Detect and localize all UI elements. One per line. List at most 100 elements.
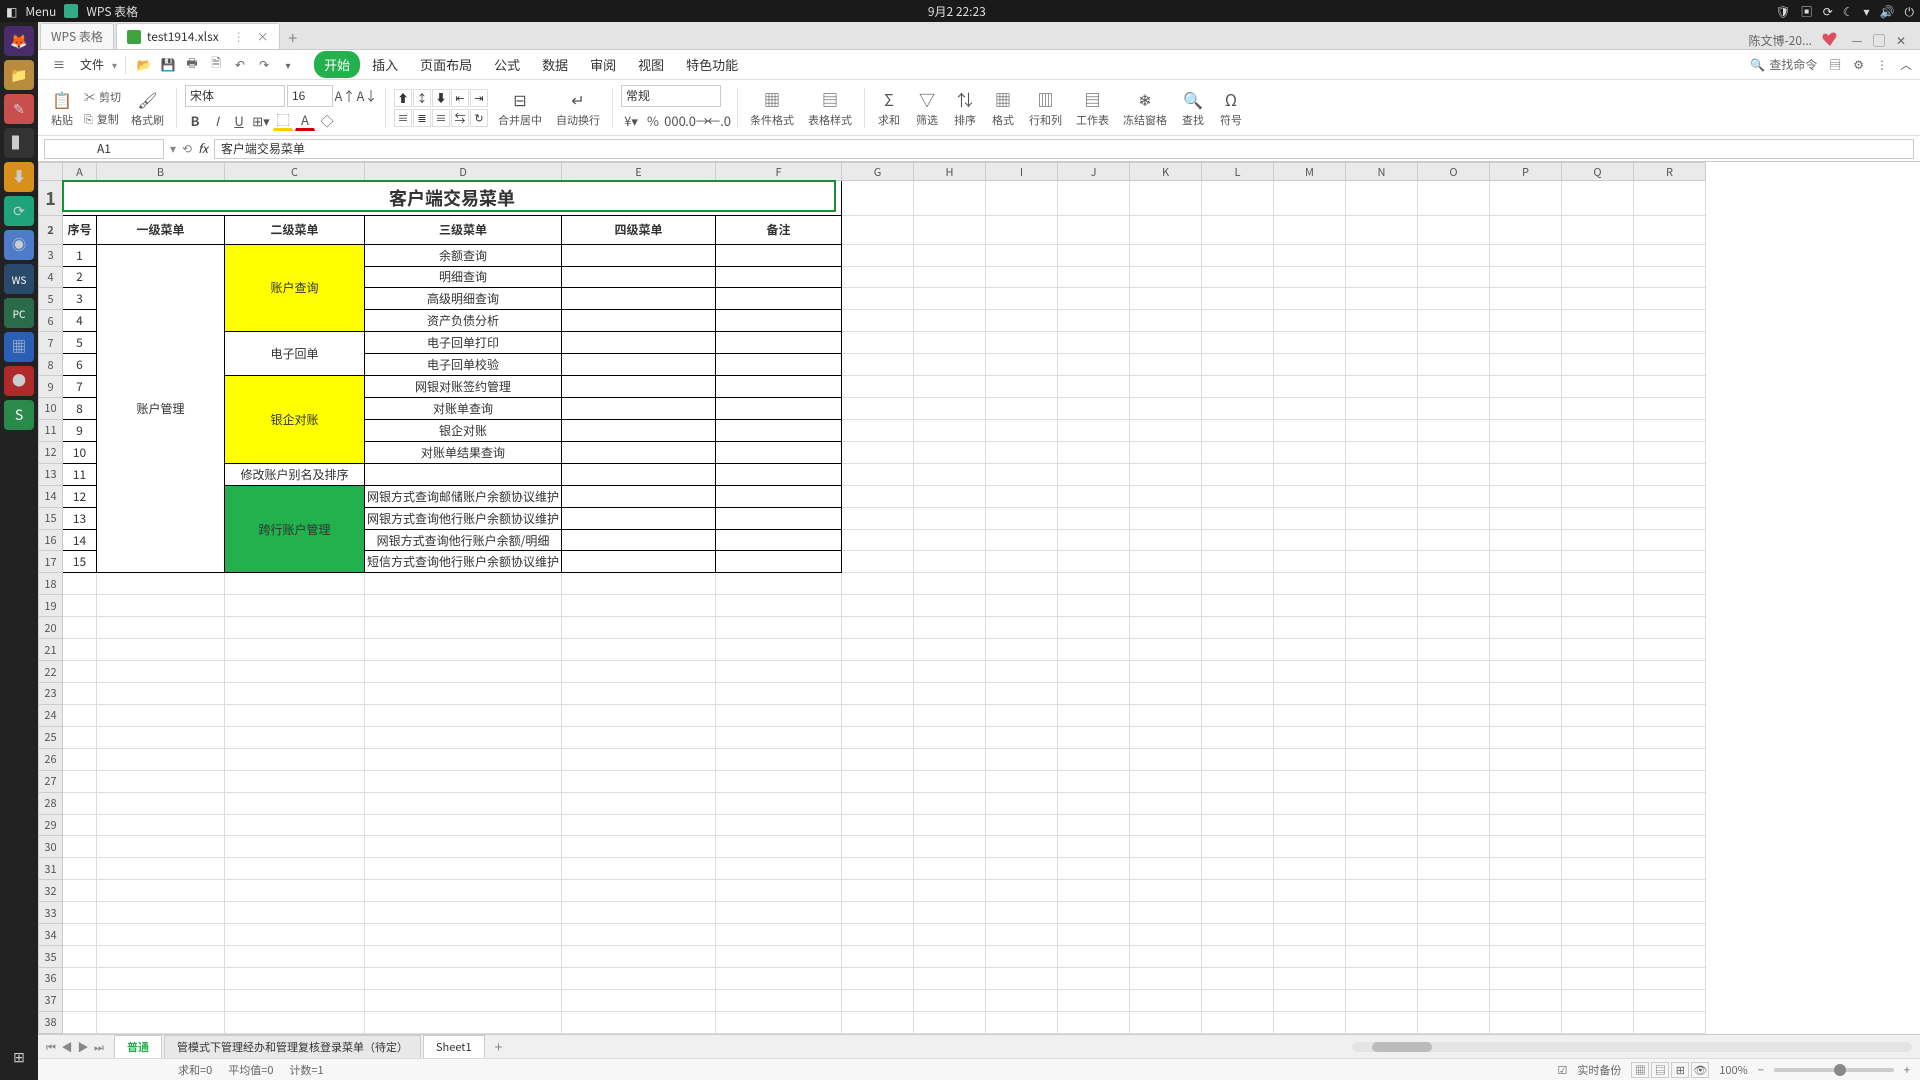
menu-review[interactable]: 审阅 (580, 51, 626, 78)
zoom-thumb[interactable] (1834, 1064, 1846, 1076)
redo-icon[interactable]: ↷ (254, 55, 274, 75)
indent-inc-icon[interactable]: ⇥ (470, 89, 488, 107)
row-header[interactable]: 8 (39, 354, 63, 376)
print-icon[interactable]: 🖶 (182, 55, 202, 75)
home-tab[interactable]: WPS 表格 (40, 23, 114, 49)
menu-insert[interactable]: 插入 (362, 51, 408, 78)
row-header[interactable]: 25 (39, 726, 63, 748)
col-header[interactable]: H (914, 163, 986, 181)
menu-formula[interactable]: 公式 (484, 51, 530, 78)
align-top-icon[interactable]: ⬆ (394, 89, 412, 107)
format-button[interactable]: ▦格式 (987, 87, 1019, 128)
scrollbar-thumb[interactable] (1372, 1042, 1432, 1052)
col-header[interactable]: N (1346, 163, 1418, 181)
row-header[interactable]: 16 (39, 529, 63, 551)
currency-icon[interactable]: ¥▾ (621, 111, 641, 131)
formula-input[interactable]: 客户端交易菜单 (214, 139, 1914, 159)
horizontal-scrollbar[interactable] (1352, 1042, 1912, 1052)
indent-dec-icon[interactable]: ⇤ (451, 89, 469, 107)
sheet-next-icon[interactable]: ▶ (76, 1039, 90, 1055)
menu-icon[interactable]: ◧ (6, 3, 17, 20)
record-icon[interactable]: ● (4, 366, 34, 396)
align-center-icon[interactable]: ≣ (413, 109, 431, 127)
clear-format-button[interactable]: ◇ (317, 111, 337, 131)
col-header[interactable]: E (562, 163, 716, 181)
row-header[interactable]: 15 (39, 507, 63, 529)
row-header[interactable]: 34 (39, 924, 63, 946)
view-normal-icon[interactable]: ▦ (1631, 1062, 1649, 1078)
col-header[interactable]: J (1058, 163, 1130, 181)
dec-decimal-icon[interactable]: ←.0 (709, 111, 729, 131)
app-grid-icon[interactable]: ⊞ (4, 1042, 34, 1072)
rowcol-button[interactable]: ▥行和列 (1025, 87, 1066, 128)
inc-decimal-icon[interactable]: .0→ (687, 111, 707, 131)
fill-color-button[interactable]: ⬚ (273, 111, 293, 131)
sheet-tab-long[interactable]: 管模式下管理经办和管理复核登录菜单（待定） (164, 1035, 421, 1059)
cond-format-button[interactable]: ▦条件格式 (746, 87, 798, 128)
file-menu-dropdown-icon[interactable]: ▾ (112, 57, 117, 72)
col-header[interactable]: M (1274, 163, 1346, 181)
font-color-button[interactable]: A (295, 111, 315, 131)
camera-icon[interactable]: ▣ (1801, 3, 1813, 20)
row-header[interactable]: 7 (39, 332, 63, 354)
align-middle-icon[interactable]: ↕ (413, 89, 431, 107)
font-family-combo[interactable]: 宋体 (185, 85, 285, 107)
format-painter-button[interactable]: 🖌 格式刷 (127, 87, 168, 128)
open-icon[interactable]: 📂 (134, 55, 154, 75)
system-menu-label[interactable]: Menu (25, 3, 56, 20)
zoom-slider[interactable] (1774, 1068, 1894, 1072)
power-icon[interactable]: ⏻ (1905, 3, 1915, 20)
row-header[interactable]: 13 (39, 463, 63, 485)
collapse-ribbon-icon[interactable]: ︿ (1900, 56, 1912, 73)
row-header[interactable]: 31 (39, 858, 63, 880)
sum-button[interactable]: Σ求和 (873, 87, 905, 128)
border-button[interactable]: ⊞▾ (251, 111, 271, 131)
gear-icon[interactable]: ⚙ (1853, 56, 1864, 73)
pc-icon[interactable]: PC (4, 298, 34, 328)
firefox-icon[interactable]: 🦊 (4, 26, 34, 56)
row-header[interactable]: 30 (39, 836, 63, 858)
col-header[interactable]: A (63, 163, 97, 181)
noteapp-icon[interactable]: ✎ (4, 94, 34, 124)
align-bottom-icon[interactable]: ⬇ (432, 89, 450, 107)
menu-view[interactable]: 视图 (628, 51, 674, 78)
underline-button[interactable]: U (229, 111, 249, 131)
view-pagelayout-icon[interactable]: ▤ (1651, 1062, 1669, 1078)
row-header[interactable]: 5 (39, 288, 63, 310)
row-header[interactable]: 38 (39, 1011, 63, 1033)
row-header[interactable]: 22 (39, 661, 63, 683)
new-tab-button[interactable]: + (280, 25, 306, 49)
zoom-in-button[interactable]: + (1904, 1062, 1910, 1078)
shield-icon[interactable]: 🛡 (1775, 3, 1790, 20)
fx-cancel-icon[interactable]: ⟲ (182, 140, 192, 157)
col-header[interactable]: I (986, 163, 1058, 181)
row-header[interactable]: 29 (39, 814, 63, 836)
row-header[interactable]: 32 (39, 880, 63, 902)
row-header[interactable]: 2 (39, 216, 63, 245)
row-header[interactable]: 14 (39, 485, 63, 507)
menu-features[interactable]: 特色功能 (676, 51, 748, 78)
command-search[interactable]: 🔍 查找命令 (1750, 56, 1817, 73)
col-header[interactable]: F (716, 163, 842, 181)
zoom-level[interactable]: 100% (1719, 1062, 1747, 1078)
close-tab-icon[interactable]: × (257, 28, 269, 45)
sheet-prev-icon[interactable]: ◀ (60, 1039, 74, 1055)
align-right-icon[interactable]: ≡ (432, 109, 450, 127)
col-header[interactable]: O (1418, 163, 1490, 181)
menu-data[interactable]: 数据 (532, 51, 578, 78)
view-reading-icon[interactable]: 👁 (1691, 1062, 1709, 1078)
row-header[interactable]: 9 (39, 376, 63, 398)
col-header[interactable]: Q (1562, 163, 1634, 181)
sheet-tab-sheet1[interactable]: Sheet1 (423, 1035, 485, 1059)
row-header[interactable]: 19 (39, 595, 63, 617)
font-size-combo[interactable]: 16 (287, 85, 333, 107)
col-header[interactable]: D (365, 163, 562, 181)
wifi-icon[interactable]: ▾ (1864, 3, 1870, 20)
row-header[interactable]: 21 (39, 639, 63, 661)
zoom-out-button[interactable]: − (1758, 1062, 1764, 1078)
row-header[interactable]: 27 (39, 770, 63, 792)
row-header[interactable]: 35 (39, 946, 63, 968)
expand-namebox-icon[interactable]: ▾ (170, 140, 176, 157)
menu-more-icon[interactable]: ⋮ (1876, 56, 1888, 73)
name-box[interactable]: A1 (44, 139, 164, 159)
